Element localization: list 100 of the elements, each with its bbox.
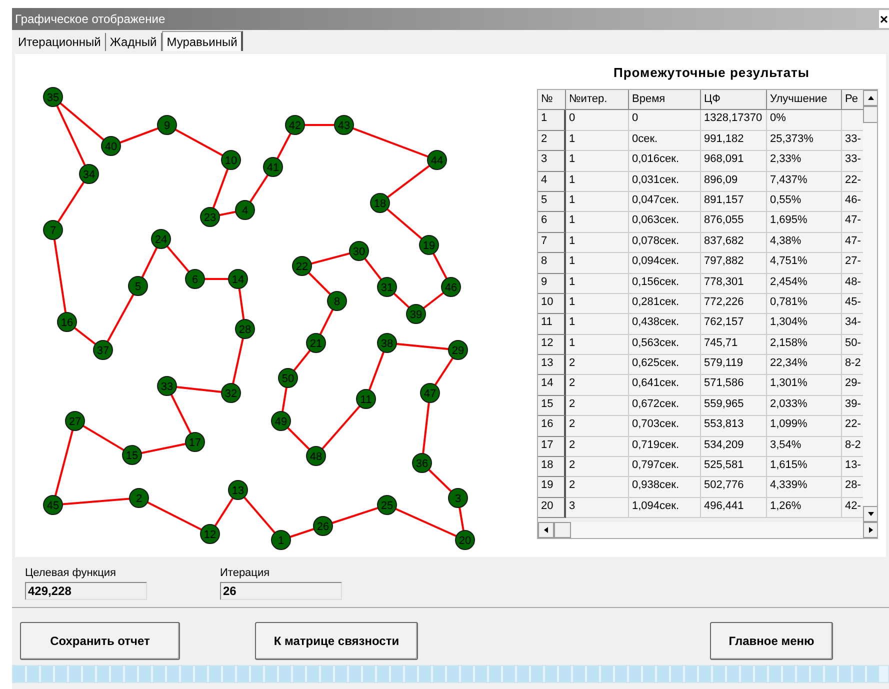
graph-node: 5 xyxy=(128,276,148,296)
table-cell: 0,094сек. xyxy=(629,253,701,274)
table-cell: 2 xyxy=(566,457,629,478)
horizontal-scrollbar[interactable] xyxy=(538,522,877,538)
graph-node: 20 xyxy=(455,530,475,550)
table-cell: 3 xyxy=(538,151,566,172)
table-cell: 1,301% xyxy=(767,375,842,396)
table-cell: 19 xyxy=(538,477,566,498)
graph-node: 16 xyxy=(57,312,77,332)
table-cell: 3,54% xyxy=(767,436,842,458)
table-cell: 7 xyxy=(538,232,566,254)
graph-node: 6 xyxy=(185,269,205,289)
table-cell: 559,965 xyxy=(701,396,767,416)
graph-node: 4 xyxy=(235,200,255,220)
table-cell: 28- xyxy=(842,477,863,498)
value-field[interactable]: 26 xyxy=(220,582,342,600)
table-cell: 29- xyxy=(842,375,863,396)
graph-node: 13 xyxy=(228,480,248,500)
column-header[interactable]: Время xyxy=(629,90,701,110)
table-cell: 1 xyxy=(566,314,629,335)
table-cell: 0,672сек. xyxy=(629,396,701,416)
table-cell: 18 xyxy=(538,457,566,478)
table-cell: 0 xyxy=(566,110,629,131)
table-cell: 39- xyxy=(842,396,863,416)
vertical-scrollbar[interactable] xyxy=(863,90,877,522)
scroll-thumb[interactable] xyxy=(863,106,877,123)
table-cell: 2,158% xyxy=(767,334,842,356)
table-cell: 0,016сек. xyxy=(629,151,701,172)
column-header[interactable]: №итер. xyxy=(566,90,629,110)
graph-node: 50 xyxy=(278,368,298,388)
table-cell: 34- xyxy=(842,314,863,335)
scroll-left-icon[interactable] xyxy=(538,522,554,538)
table-cell: 1 xyxy=(566,232,629,254)
table-cell: 14 xyxy=(538,375,566,396)
table-cell: 27- xyxy=(842,253,863,274)
graph-node: 44 xyxy=(427,150,447,170)
table-cell: 2,454% xyxy=(767,274,842,294)
table-cell: 47- xyxy=(842,212,863,233)
table-cell: 762,157 xyxy=(701,314,767,335)
table-cell: 2 xyxy=(538,130,566,152)
scroll-down-icon[interactable] xyxy=(863,506,877,522)
table-cell: 47- xyxy=(842,232,863,254)
table-cell: 891,157 xyxy=(701,192,767,212)
save-report-button[interactable]: Сохранить отчет xyxy=(20,622,180,660)
tab[interactable]: Муравьиный xyxy=(162,31,244,51)
table-cell: 534,209 xyxy=(701,436,767,458)
value-field[interactable]: 429,228 xyxy=(25,582,147,600)
table-cell: 2 xyxy=(566,416,629,437)
table-cell: 11 xyxy=(538,314,566,335)
column-header[interactable]: № xyxy=(538,90,566,110)
scroll-right-icon[interactable] xyxy=(863,522,877,538)
table-cell: 1 xyxy=(566,274,629,294)
table-cell: 778,301 xyxy=(701,274,767,294)
table-cell: 991,182 xyxy=(701,130,767,152)
table-cell: 22,34% xyxy=(767,355,842,376)
table-cell: 896,09 xyxy=(701,172,767,192)
table-cell: 7,437% xyxy=(767,172,842,192)
table-cell: 0,797сек. xyxy=(629,457,701,478)
graph-node: 45 xyxy=(43,495,63,515)
table-cell: 1,26% xyxy=(767,498,842,518)
graph-node: 30 xyxy=(349,241,369,261)
scroll-up-icon[interactable] xyxy=(863,90,877,106)
table-cell: 0,938сек. xyxy=(629,477,701,498)
table-cell: 0,047сек. xyxy=(629,192,701,212)
table-cell: 4,339% xyxy=(767,477,842,498)
graph-node: 18 xyxy=(370,193,390,213)
graph-node: 7 xyxy=(43,220,63,240)
table-cell: 25,373% xyxy=(767,130,842,152)
graph-node: 26 xyxy=(313,516,333,536)
graph-node: 35 xyxy=(43,87,63,107)
table-cell: 1,304% xyxy=(767,314,842,335)
graph-node: 40 xyxy=(101,136,121,156)
table-cell: 33- xyxy=(842,151,863,172)
graph-node: 41 xyxy=(263,157,283,177)
table-cell: 0 xyxy=(629,110,701,131)
table-cell: 1,695% xyxy=(767,212,842,233)
graph-node: 11 xyxy=(356,389,376,409)
main-menu-button[interactable]: Главное меню xyxy=(710,622,833,660)
column-header[interactable]: Улучшение xyxy=(767,90,842,110)
table-cell: 968,091 xyxy=(701,151,767,172)
table-cell: 48- xyxy=(842,274,863,294)
table-cell: 0сек. xyxy=(629,130,701,152)
graph-node: 39 xyxy=(406,304,426,324)
table-cell: 1 xyxy=(566,212,629,233)
table-cell: 22- xyxy=(842,416,863,437)
graph-node: 22 xyxy=(292,256,312,276)
scroll-thumb[interactable] xyxy=(554,522,571,538)
column-header[interactable]: ЦФ xyxy=(701,90,767,110)
table-cell: 13- xyxy=(842,457,863,478)
table-cell: 553,813 xyxy=(701,416,767,437)
matrix-button[interactable]: К матрице связности xyxy=(255,622,418,660)
table-cell: 1 xyxy=(566,192,629,212)
table-cell: 22- xyxy=(842,172,863,192)
table-cell: 0,55% xyxy=(767,192,842,212)
results-title: Промежуточные результаты xyxy=(612,64,811,82)
table-cell: 0,719сек. xyxy=(629,436,701,458)
table-cell: 1328,17370 xyxy=(701,110,767,131)
table-cell: 745,71 xyxy=(701,334,767,356)
table-cell: 1,615% xyxy=(767,457,842,478)
close-button[interactable]: × xyxy=(878,10,889,28)
